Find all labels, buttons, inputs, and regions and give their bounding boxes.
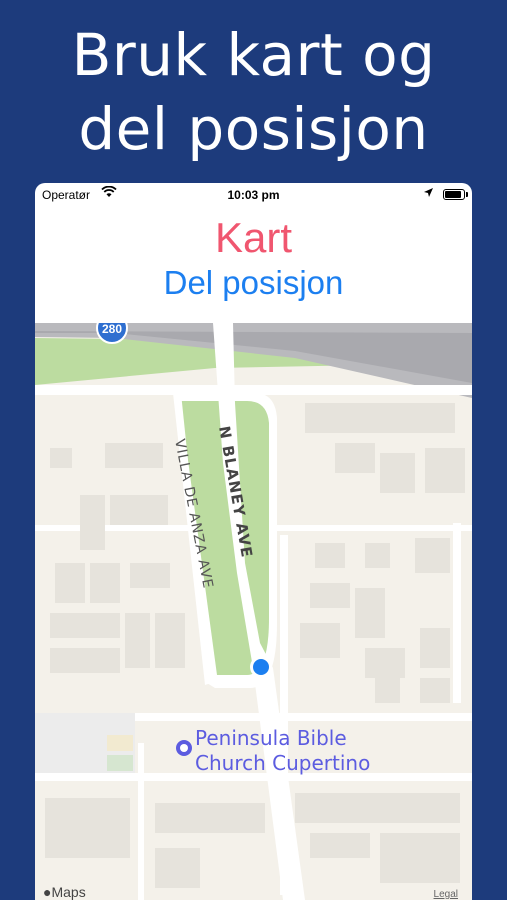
- legal-link[interactable]: Legal: [434, 889, 458, 900]
- maps-brand-label: Maps: [51, 884, 86, 900]
- map-view[interactable]: 280 N BLANEY AVE VILLA DE ANZA AVE Penin…: [35, 323, 472, 900]
- poi-label-line-1: Peninsula Bible: [195, 726, 347, 750]
- poi-label-line-2: Church Cupertino: [195, 751, 370, 775]
- road-vertical-far-east: [453, 523, 461, 703]
- church-building-b: [107, 755, 133, 771]
- road-vertical-south: [138, 743, 144, 900]
- page-title: Kart: [214, 214, 293, 261]
- map-canvas: 280 N BLANEY AVE VILLA DE ANZA AVE Penin…: [35, 323, 472, 900]
- app-header: Kart Del posisjon: [35, 213, 472, 323]
- user-location-icon: [250, 656, 272, 678]
- highway-shield-icon: 280: [96, 323, 128, 344]
- maps-brand: ●Maps: [43, 884, 86, 900]
- promo-line-1: Bruk kart og: [71, 21, 436, 89]
- status-bar: Operatør 10:03 pm: [35, 183, 472, 207]
- promo-headline: Bruk kart og del posisjon: [0, 18, 507, 166]
- church-building-a: [107, 735, 133, 751]
- promo-line-2: del posisjon: [78, 95, 429, 163]
- phone-screen: Operatør 10:03 pm Kart Del posisjon 280 …: [35, 183, 472, 900]
- location-arrow-icon: [423, 187, 434, 201]
- battery-icon: [443, 189, 468, 200]
- share-location-button[interactable]: Del posisjon: [35, 263, 472, 303]
- church-pin-icon: [176, 740, 192, 756]
- clock: 10:03 pm: [227, 188, 280, 202]
- highway-shield-label: 280: [102, 323, 122, 336]
